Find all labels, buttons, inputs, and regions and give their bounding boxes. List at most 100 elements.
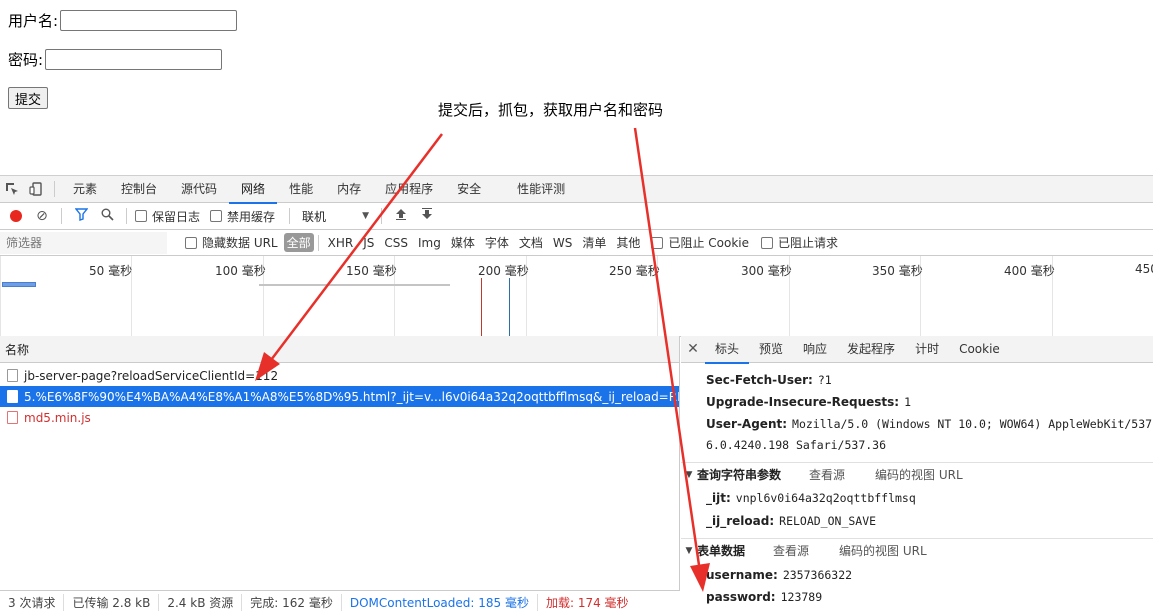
timeline-label: 250 毫秒	[609, 264, 660, 278]
status-transferred: 已传输 2.8 kB	[64, 594, 160, 611]
timeline-bar	[2, 282, 36, 287]
timeline-label: 100 毫秒	[215, 264, 266, 278]
upload-icon[interactable]	[390, 208, 412, 224]
timeline-label: 350 毫秒	[872, 264, 923, 278]
network-status-bar: 3 次请求 已传输 2.8 kB 2.4 kB 资源 完成: 162 毫秒 DO…	[0, 590, 680, 613]
request-row[interactable]: jb-server-page?reloadServiceClientId=112	[0, 365, 679, 386]
filter-type-ws[interactable]: WS	[548, 236, 577, 250]
form-data-section[interactable]: ▼ 表单数据 查看源 编码的视图 URL	[681, 538, 1153, 562]
search-icon[interactable]	[96, 208, 118, 225]
preserve-log-checkbox[interactable]: 保留日志	[135, 208, 200, 225]
devtools-panel: 元素 控制台 源代码 网络 性能 内存 应用程序 安全 性能评测 ⊘ 保留日志 …	[0, 175, 1153, 613]
filter-type-xhr[interactable]: XHR	[323, 236, 359, 250]
request-name: md5.min.js	[24, 410, 91, 425]
timeline-label: 200 毫秒	[478, 264, 529, 278]
header-value: ?1	[817, 373, 832, 387]
disable-cache-label: 禁用缓存	[227, 209, 276, 224]
disable-cache-checkbox[interactable]: 禁用缓存	[210, 208, 275, 225]
filter-type-js[interactable]: JS	[358, 236, 379, 250]
blocked-requests-label: 已阻止请求	[777, 236, 838, 250]
timeline-overview[interactable]: 50 毫秒 100 毫秒 150 毫秒 200 毫秒 250 毫秒 300 毫秒…	[0, 256, 1153, 337]
tab-application[interactable]: 应用程序	[373, 176, 445, 203]
timeline-label: 400 毫秒	[1004, 264, 1055, 278]
filter-type-manifest[interactable]: 清单	[577, 234, 611, 251]
tab-lighthouse[interactable]: 性能评测	[493, 176, 577, 203]
filter-type-css[interactable]: CSS	[379, 236, 413, 250]
tab-network[interactable]: 网络	[229, 176, 278, 204]
device-toggle-icon[interactable]	[24, 176, 48, 203]
requests-column-header[interactable]: 名称	[0, 336, 679, 363]
filter-input[interactable]	[0, 231, 167, 254]
download-icon[interactable]	[416, 208, 438, 224]
tab-preview[interactable]: 预览	[749, 336, 793, 363]
clear-icon[interactable]: ⊘	[31, 208, 53, 224]
tab-elements[interactable]: 元素	[61, 176, 109, 203]
form-key: password:	[706, 590, 776, 604]
network-lower: 名称 jb-server-page?reloadServiceClientId=…	[0, 336, 1153, 613]
inspect-icon[interactable]	[0, 176, 24, 203]
view-decoded-link[interactable]: 编码的视图 URL	[875, 466, 963, 483]
password-input[interactable]	[45, 49, 223, 70]
request-row-error[interactable]: md5.min.js	[0, 407, 679, 428]
toolbar-separator	[381, 208, 383, 224]
view-source-link[interactable]: 查看源	[809, 466, 845, 483]
header-value: Mozilla/5.0 (Windows NT 10.0; WOW64) App…	[792, 417, 1153, 431]
blocked-cookies-checkbox[interactable]: 已阻止 Cookie	[651, 234, 749, 251]
tab-sources[interactable]: 源代码	[169, 176, 229, 203]
tab-console[interactable]: 控制台	[109, 176, 169, 203]
tab-cookies[interactable]: Cookie	[949, 336, 1010, 363]
header-row-continued: 6.0.4240.198 Safari/537.36	[706, 438, 886, 452]
load-marker	[481, 278, 482, 337]
tab-performance[interactable]: 性能	[277, 176, 325, 203]
filter-bar: 隐藏数据 URL 全部 XHR JS CSS Img 媒体 字体 文档 WS 清…	[0, 230, 1153, 256]
view-source-link[interactable]: 查看源	[773, 542, 809, 559]
toolbar-separator	[289, 208, 291, 224]
tab-initiator[interactable]: 发起程序	[837, 336, 905, 363]
filter-type-all[interactable]: 全部	[283, 233, 314, 252]
expand-triangle-icon: ▼	[685, 545, 693, 556]
form-data-row: username: 2357366322	[706, 568, 852, 582]
header-row: Sec-Fetch-User: ?1	[706, 373, 832, 387]
param-key: _ijt:	[706, 491, 731, 505]
throttle-select[interactable]: 联机 ▼	[298, 208, 373, 225]
query-param-row: _ijt: vnpl6v0i64a32q2oqttbfflmsq	[706, 491, 916, 505]
request-row-selected[interactable]: 5.%E6%8F%90%E4%BA%A4%E8%A1%A8%E5%8D%95.h…	[0, 386, 679, 407]
header-key: User-Agent:	[706, 417, 788, 431]
tab-headers[interactable]: 标头	[705, 336, 750, 364]
filter-type-doc[interactable]: 文档	[514, 234, 548, 251]
filter-type-media[interactable]: 媒体	[446, 234, 480, 251]
tab-response[interactable]: 响应	[793, 336, 837, 363]
username-input[interactable]	[60, 10, 238, 31]
filter-type-other[interactable]: 其他	[611, 234, 645, 251]
header-value: 6.0.4240.198 Safari/537.36	[706, 438, 887, 452]
filter-separator	[317, 234, 319, 251]
submit-button[interactable]: 提交	[8, 87, 49, 109]
tab-timing[interactable]: 计时	[905, 336, 949, 363]
filter-icon[interactable]	[70, 207, 92, 225]
section-title: 查询字符串参数	[697, 468, 782, 482]
filter-type-img[interactable]: Img	[413, 236, 446, 250]
tab-security[interactable]: 安全	[445, 176, 493, 203]
status-resources: 2.4 kB 资源	[159, 594, 243, 611]
query-params-section[interactable]: ▼ 查询字符串参数 查看源 编码的视图 URL	[681, 462, 1153, 486]
document-icon	[7, 390, 18, 403]
request-detail-pane: ✕ 标头 预览 响应 发起程序 计时 Cookie Sec-Fetch-User…	[681, 336, 1153, 613]
close-icon[interactable]: ✕	[681, 341, 705, 357]
tab-memory[interactable]: 内存	[325, 176, 373, 203]
preserve-log-label: 保留日志	[152, 209, 201, 224]
view-decoded-link[interactable]: 编码的视图 URL	[839, 542, 927, 559]
blocked-requests-checkbox[interactable]: 已阻止请求	[760, 234, 838, 251]
record-icon[interactable]	[10, 210, 22, 222]
param-key: _ij_reload:	[706, 514, 775, 528]
timeline-label: 50 毫秒	[89, 264, 133, 278]
toolbar-separator	[126, 208, 127, 224]
status-dcl: DOMContentLoaded: 185 毫秒	[342, 594, 538, 611]
request-list: 名称 jb-server-page?reloadServiceClientId=…	[0, 336, 680, 613]
form-key: username:	[706, 568, 778, 582]
form-value: 2357366322	[782, 568, 853, 582]
hide-data-urls-checkbox[interactable]: 隐藏数据 URL	[185, 234, 278, 251]
status-requests: 3 次请求	[0, 594, 65, 611]
header-key: Upgrade-Insecure-Requests:	[706, 395, 900, 409]
filter-type-font[interactable]: 字体	[480, 234, 514, 251]
timeline-label: 150 毫秒	[346, 264, 397, 278]
